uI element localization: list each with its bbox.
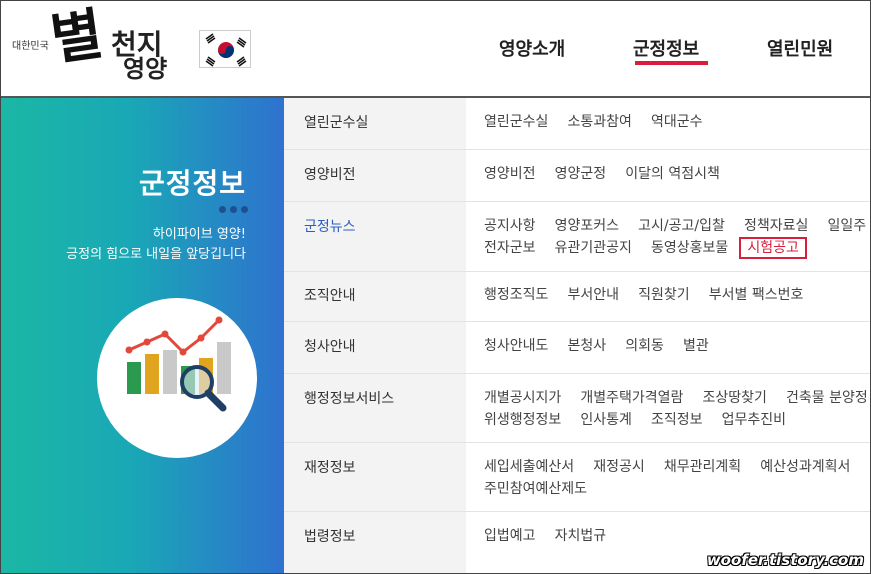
menu-category-active[interactable]: 군정뉴스	[284, 202, 466, 271]
menu-category[interactable]: 재정정보	[284, 443, 466, 511]
logo-mark[interactable]: 별	[47, 1, 107, 73]
menu-link[interactable]: 영양비전	[484, 163, 536, 185]
menu-link[interactable]: 부서안내	[568, 284, 620, 306]
menu-link[interactable]: 본청사	[568, 335, 607, 357]
submenu-table: 열린군수실 열린군수실 소통과참여 역대군수 영양비전 영양비전 영양군정 이달…	[284, 98, 870, 573]
menu-link[interactable]: 위생행정정보	[484, 409, 561, 431]
menu-links: 열린군수실 소통과참여 역대군수	[466, 98, 870, 149]
menu-link[interactable]: 직원찾기	[638, 284, 690, 306]
menu-link[interactable]: 영양군정	[555, 163, 607, 185]
gnb-item-civil-service[interactable]: 열린민원	[767, 35, 833, 61]
menu-category[interactable]: 행정정보서비스	[284, 374, 466, 442]
menu-link[interactable]: 별관	[683, 335, 709, 357]
menu-link[interactable]: 전자군보	[484, 237, 536, 259]
menu-category[interactable]: 열린군수실	[284, 98, 466, 149]
site-header: 대한민국 별 천지 영양 영양소개 군정정보 열린민원	[1, 1, 870, 98]
menu-row: 열린군수실 열린군수실 소통과참여 역대군수	[284, 98, 870, 150]
menu-link[interactable]: 행정조직도	[484, 284, 548, 306]
menu-link[interactable]: 영양포커스	[555, 215, 619, 237]
logo-text-bottom[interactable]: 영양	[123, 49, 167, 84]
gnb-item-government-info[interactable]: 군정정보	[633, 35, 699, 61]
exam-notice-link-highlighted[interactable]: 시험공고	[739, 237, 807, 259]
menu-link[interactable]: 인사통계	[580, 409, 632, 431]
menu-links: 영양비전 영양군정 이달의 역점시책	[466, 150, 870, 201]
section-intro-panel: 군정정보 하이파이브 영양! 긍정의 힘으로 내일을 앞당깁니다	[1, 98, 284, 573]
title-dots	[219, 198, 252, 217]
menu-links: 개별공시지가 개별주택가격열람 조상땅찾기 건축물 분양정 위생행정정보 인사통…	[466, 374, 870, 442]
menu-link[interactable]: 일일주	[827, 215, 866, 237]
menu-link[interactable]: 개별주택가격열람	[580, 387, 683, 409]
menu-row: 청사안내 청사안내도 본청사 의회동 별관	[284, 322, 870, 374]
section-title: 군정정보	[138, 167, 246, 200]
logo-small-text: 대한민국	[12, 41, 49, 52]
menu-link[interactable]: 정책자료실	[744, 215, 808, 237]
watermark: woofer.tistory.com	[706, 551, 864, 569]
menu-link[interactable]: 입법예고	[484, 525, 536, 547]
menu-links: 청사안내도 본청사 의회동 별관	[466, 322, 870, 373]
menu-row: 조직안내 행정조직도 부서안내 직원찾기 부서별 팩스번호	[284, 272, 870, 322]
menu-link[interactable]: 주민참여예산제도	[484, 478, 587, 500]
menu-link[interactable]: 의회동	[625, 335, 664, 357]
menu-link[interactable]: 업무추진비	[722, 409, 786, 431]
gnb-item-intro[interactable]: 영양소개	[499, 35, 565, 61]
menu-link[interactable]: 고시/공고/입찰	[638, 215, 725, 237]
slogan-line-1: 하이파이브 영양!	[152, 227, 246, 242]
menu-link[interactable]: 소통과참여	[568, 111, 632, 133]
gnb-active-indicator	[635, 61, 708, 65]
menu-link[interactable]: 예산성과계획서	[760, 456, 850, 478]
menu-link[interactable]: 이달의 역점시책	[625, 163, 720, 185]
korea-flag-icon	[199, 30, 251, 68]
menu-links: 세입세출예산서 재정공시 채무관리계획 예산성과계획서 주민참여예산제도	[466, 443, 870, 511]
menu-category[interactable]: 영양비전	[284, 150, 466, 201]
menu-category[interactable]: 법령정보	[284, 512, 466, 573]
menu-row: 재정정보 세입세출예산서 재정공시 채무관리계획 예산성과계획서 주민참여예산제…	[284, 443, 870, 512]
menu-category[interactable]: 조직안내	[284, 272, 466, 321]
menu-link[interactable]: 공지사항	[484, 215, 536, 237]
menu-link[interactable]: 조상땅찾기	[703, 387, 767, 409]
menu-row: 행정정보서비스 개별공시지가 개별주택가격열람 조상땅찾기 건축물 분양정 위생…	[284, 374, 870, 443]
menu-link[interactable]: 개별공시지가	[484, 387, 561, 409]
menu-link[interactable]: 유관기관공지	[555, 237, 632, 259]
menu-category[interactable]: 청사안내	[284, 322, 466, 373]
menu-link[interactable]: 채무관리계획	[664, 456, 741, 478]
menu-links: 공지사항 영양포커스 고시/공고/입찰 정책자료실 일일주 전자군보 유관기관공…	[466, 202, 870, 271]
menu-link[interactable]: 동영상홍보물	[651, 237, 728, 259]
menu-links: 행정조직도 부서안내 직원찾기 부서별 팩스번호	[466, 272, 870, 321]
menu-link[interactable]: 역대군수	[651, 111, 703, 133]
menu-link[interactable]: 자치법규	[555, 525, 607, 547]
slogan-line-2: 긍정의 힘으로 내일을 앞당깁니다	[66, 247, 246, 262]
chart-illustration-icon	[97, 298, 257, 458]
menu-row: 군정뉴스 공지사항 영양포커스 고시/공고/입찰 정책자료실 일일주 전자군보 …	[284, 202, 870, 272]
page-frame: 대한민국 별 천지 영양 영양소개 군정정보 열린민원 군정정보 하이파이브 영…	[0, 0, 871, 574]
menu-link[interactable]: 건축물 분양정	[786, 387, 868, 409]
menu-link[interactable]: 재정공시	[593, 456, 645, 478]
menu-link[interactable]: 청사안내도	[484, 335, 548, 357]
menu-link[interactable]: 열린군수실	[484, 111, 548, 133]
menu-link[interactable]: 부서별 팩스번호	[709, 284, 804, 306]
menu-link[interactable]: 세입세출예산서	[484, 456, 574, 478]
menu-link[interactable]: 조직정보	[651, 409, 703, 431]
menu-row: 영양비전 영양비전 영양군정 이달의 역점시책	[284, 150, 870, 202]
